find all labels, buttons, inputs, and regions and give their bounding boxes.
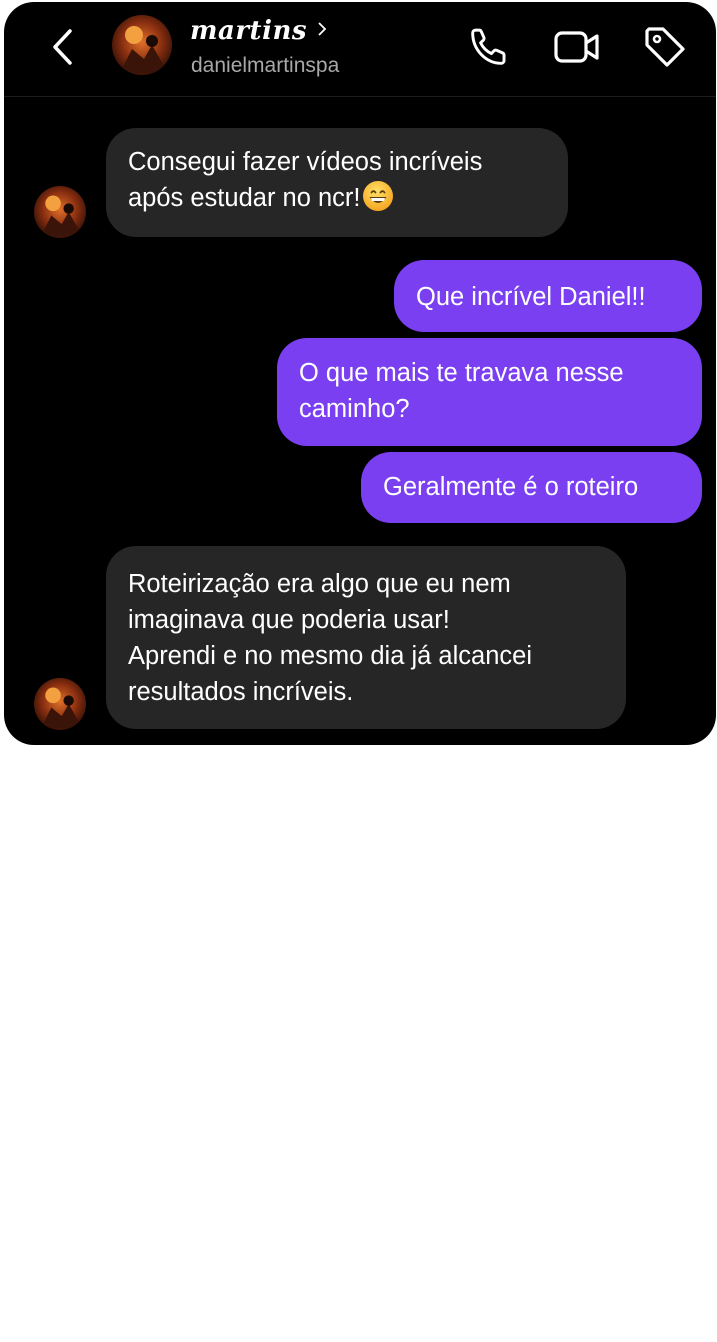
message-bubble-outgoing[interactable]: O que mais te travava nesse caminho? — [277, 338, 702, 446]
message-text: Consegui fazer vídeos incríveis — [128, 148, 483, 176]
message-text: resultados incríveis. — [128, 678, 354, 706]
message-text: imaginava que poderia usar! — [128, 606, 450, 634]
message-text: O que mais te travava nesse — [299, 359, 624, 387]
message-bubble-outgoing[interactable]: Que incrível Daniel!! — [394, 260, 702, 332]
chat-header: martins danielmartinspa — [4, 2, 716, 97]
chevron-right-icon — [318, 22, 327, 36]
call-button[interactable] — [464, 22, 514, 72]
profile-name-row[interactable]: martins — [190, 16, 327, 46]
tag-button[interactable] — [640, 22, 690, 72]
message-text-line: após estudar no ncr! — [128, 180, 568, 216]
contact-username: danielmartinspa — [191, 54, 340, 77]
phone-call-icon — [471, 28, 506, 65]
message-text: Roteirização era algo que eu nem — [128, 570, 511, 598]
message-text: caminho? — [299, 395, 410, 423]
message-bubble-outgoing[interactable]: Geralmente é o roteiro — [361, 452, 702, 523]
message-bubble-incoming[interactable]: Consegui fazer vídeos incríveis após est… — [106, 128, 568, 237]
message-avatar[interactable] — [34, 186, 86, 238]
video-call-button[interactable] — [552, 22, 602, 72]
chat-screen: martins danielmartinspa Consegui fazer v… — [4, 2, 716, 745]
avatar[interactable] — [112, 15, 172, 75]
message-avatar[interactable] — [34, 678, 86, 730]
message-text: Que incrível Daniel!! — [416, 283, 646, 311]
back-chevron-icon — [53, 29, 72, 65]
grinning-face-icon — [363, 181, 394, 211]
message-text: Aprendi e no mesmo dia já alcancei — [128, 642, 532, 670]
message-bubble-incoming[interactable]: Roteirização era algo que eu nem imagina… — [106, 546, 626, 729]
message-text: Geralmente é o roteiro — [383, 473, 639, 501]
tag-icon — [645, 27, 685, 67]
message-text: após estudar no ncr! — [128, 184, 361, 212]
back-button[interactable] — [44, 24, 80, 70]
video-call-icon — [554, 31, 599, 63]
contact-name: martins — [190, 16, 307, 46]
